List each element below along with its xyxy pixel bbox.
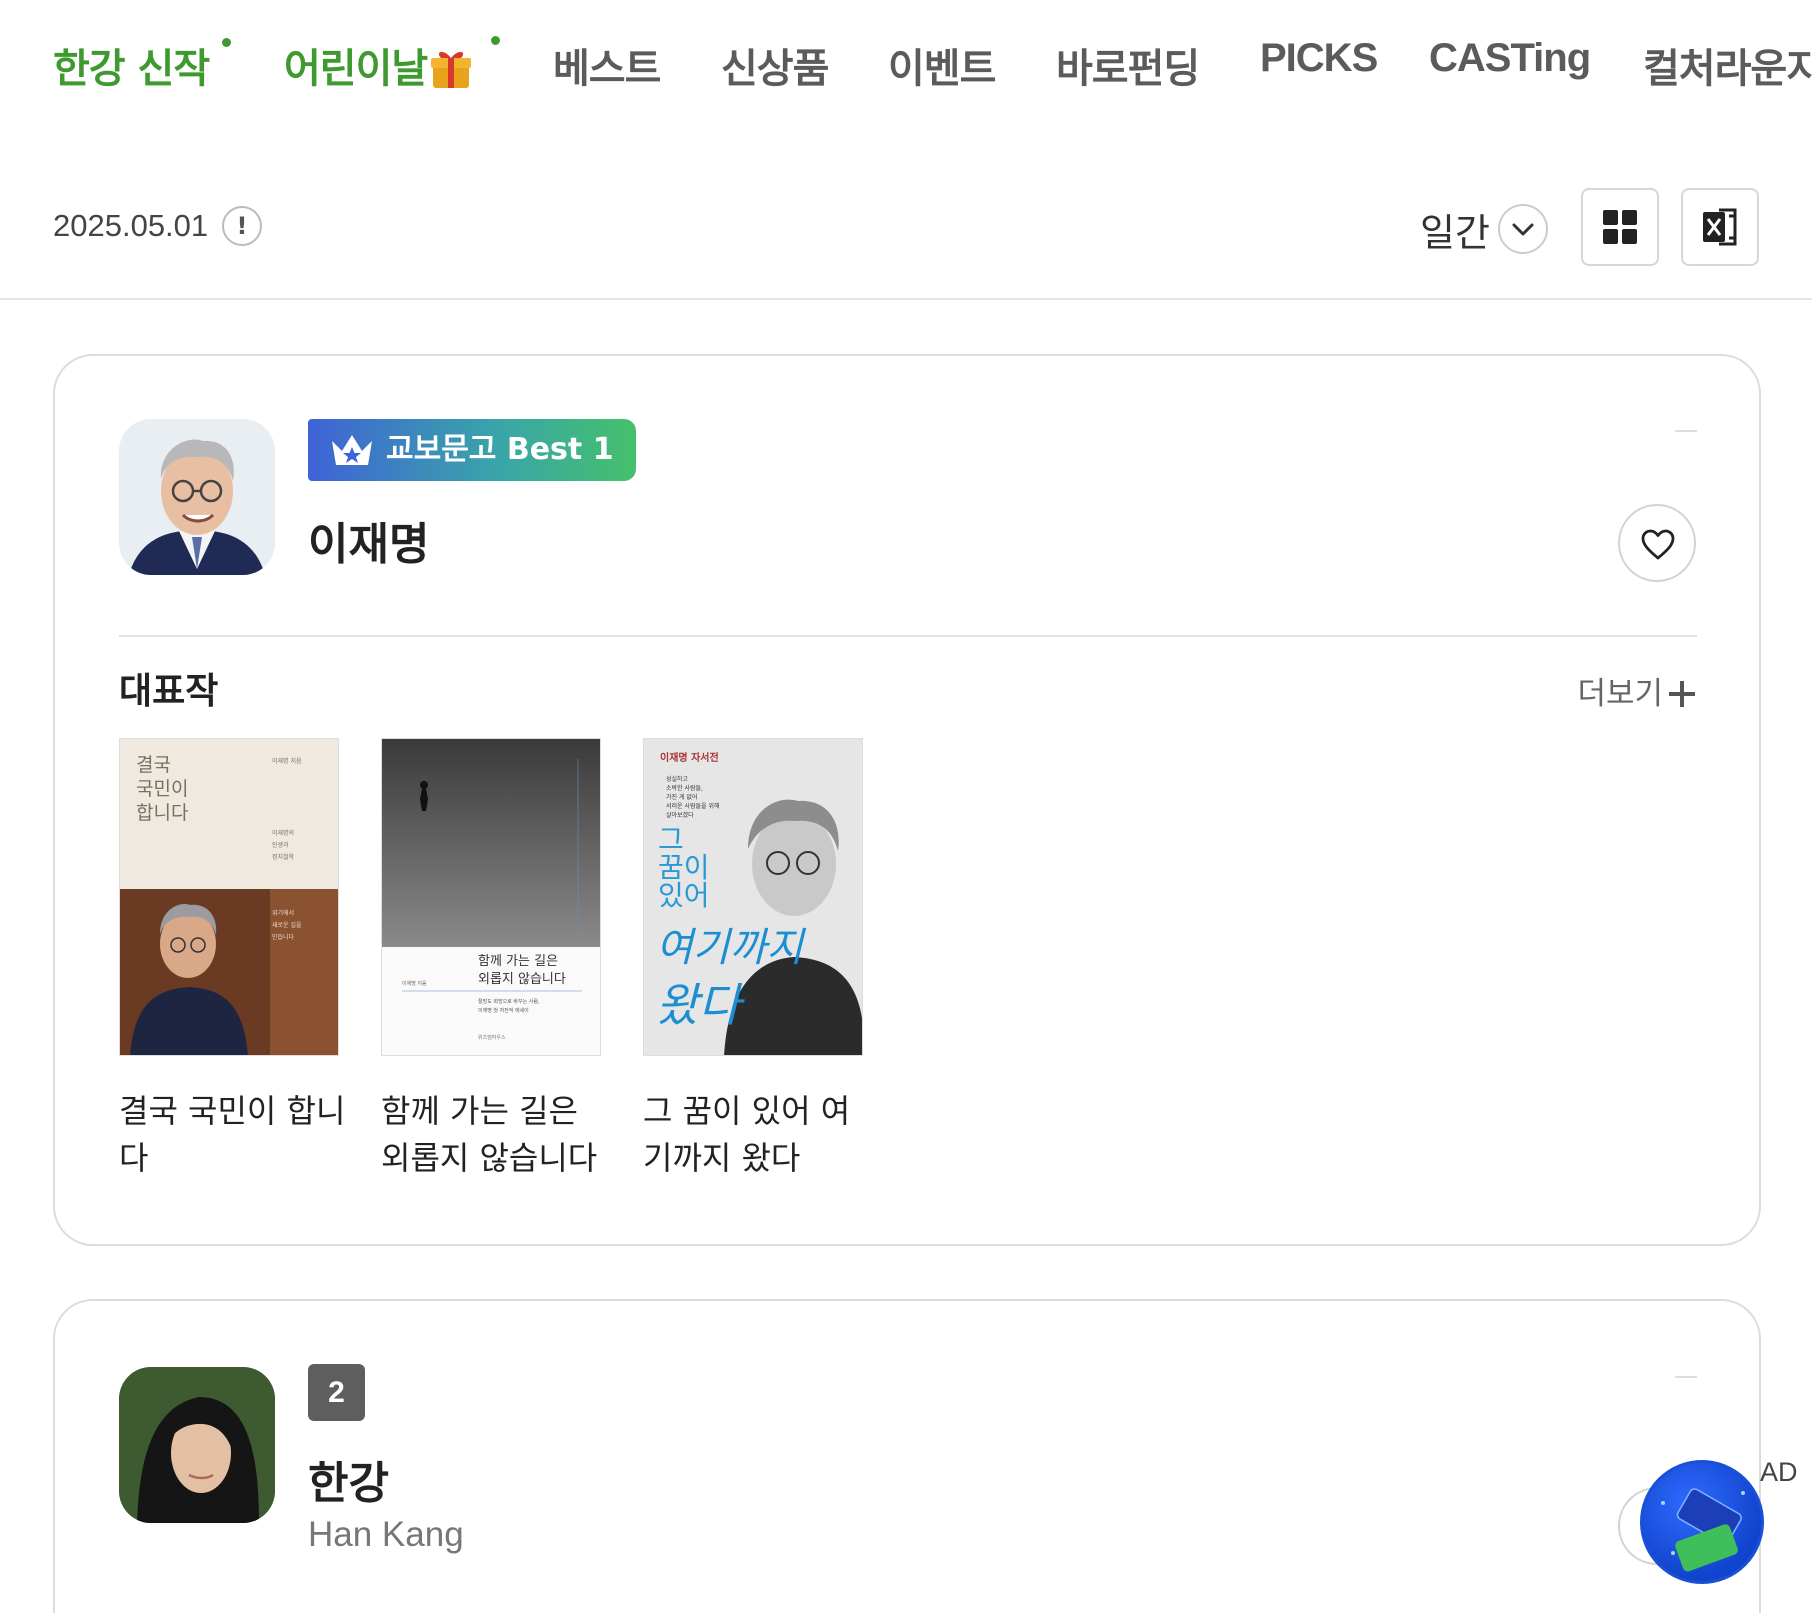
book-cover[interactable]: 이재명 자서전 성실하고 소박한 사람들, 가진 게 없어 서러운 사람들을 위… xyxy=(643,738,863,1056)
nav-item-picks[interactable]: PICKS xyxy=(1260,36,1378,81)
svg-text:위즈덤하우스: 위즈덤하우스 xyxy=(478,1034,506,1041)
svg-text:이재명의: 이재명의 xyxy=(272,829,294,837)
svg-text:살아보겠다: 살아보겠다 xyxy=(666,811,694,819)
nav-item-best[interactable]: 베스트 xyxy=(553,36,661,94)
nav-item-label: 베스트 xyxy=(553,46,661,92)
svg-text:정치철학: 정치철학 xyxy=(272,853,295,861)
svg-text:위기에서: 위기에서 xyxy=(272,909,294,917)
nav-item-casting[interactable]: CASTing xyxy=(1429,36,1591,81)
svg-text:성실하고: 성실하고 xyxy=(666,775,689,783)
author-avatar[interactable] xyxy=(119,419,275,575)
excel-icon xyxy=(1703,208,1737,246)
svg-text:외롭지 않습니다: 외롭지 않습니다 xyxy=(478,972,566,987)
book-title[interactable]: 함께 가는 길은 외롭지 않습니다 xyxy=(381,1088,611,1182)
nav-item-label: 컬처라운지 xyxy=(1643,46,1812,92)
nav-item-culture-lounge[interactable]: 컬처라운지 xyxy=(1643,36,1812,94)
nav-item-childrens-day[interactable]: 어린이날 xyxy=(284,36,473,94)
author-name-english: Han Kang xyxy=(308,1515,464,1554)
svg-text:소박한 사람들,: 소박한 사람들, xyxy=(666,784,703,792)
new-dot xyxy=(491,36,500,45)
book-cover[interactable]: 결국 국민이 합니다 이재명 지음 이재명의 인생과 정치철학 위기에서 새로운… xyxy=(119,738,339,1056)
author-name[interactable]: 한강 xyxy=(308,1447,389,1511)
svg-text:가진 게 없어: 가진 게 없어 xyxy=(666,793,697,801)
book-title[interactable]: 그 꿈이 있어 여기까지 왔다 xyxy=(643,1088,873,1182)
nav-item-label: CASTing xyxy=(1429,36,1591,80)
svg-text:인생과: 인생과 xyxy=(272,841,289,849)
svg-text:결국: 결국 xyxy=(136,754,171,776)
nav-item-label: 이벤트 xyxy=(888,46,996,92)
best-badge: 교보문고 Best 1 xyxy=(308,419,636,481)
more-label: 더보기 xyxy=(1577,676,1663,712)
nav-item-label: PICKS xyxy=(1260,36,1378,80)
svg-text:국민이: 국민이 xyxy=(136,778,188,800)
period-select-label[interactable]: 일간 xyxy=(1420,202,1490,257)
rank-badge: 2 xyxy=(308,1364,365,1421)
svg-text:함께 가는 길은: 함께 가는 길은 xyxy=(478,954,558,969)
representative-works-title: 대표작 xyxy=(119,671,219,712)
top-navigation: 한강 신작 어린이날 베스트 신상품 이벤트 바로펀딩 PICKS CASTin… xyxy=(0,0,1812,140)
grid-view-button[interactable] xyxy=(1581,188,1659,266)
book-cover[interactable]: 함께 가는 길은 외롭지 않습니다 이재명 지음 절망도 희망으로 바꾸는 사람… xyxy=(381,738,601,1056)
svg-text:이재명 자서전: 이재명 자서전 xyxy=(660,751,719,764)
nav-item-label: 한강 신작 xyxy=(53,46,210,92)
svg-text:있어: 있어 xyxy=(658,879,710,912)
nav-item-label: 어린이날 xyxy=(284,46,428,92)
grid-icon xyxy=(1603,210,1637,244)
excel-download-button[interactable] xyxy=(1681,188,1759,266)
nav-item-baro-funding[interactable]: 바로펀딩 xyxy=(1056,36,1200,94)
svg-text:여기까지: 여기까지 xyxy=(656,925,806,971)
svg-text:절망도 희망으로 바꾸는 사람,: 절망도 희망으로 바꾸는 사람, xyxy=(478,998,540,1005)
chevron-down-icon[interactable] xyxy=(1498,204,1548,254)
svg-text:이재명 지음: 이재명 지음 xyxy=(272,757,302,765)
plus-icon xyxy=(1669,681,1695,707)
svg-text:만듭니다: 만듭니다 xyxy=(272,933,295,941)
rank-change-mark xyxy=(1675,1376,1697,1378)
rank-change-mark xyxy=(1675,430,1697,432)
gift-icon xyxy=(429,46,473,90)
author-avatar[interactable] xyxy=(119,1367,275,1523)
author-card: 교보문고 Best 1 이재명 대표작 더보기 결국 국민이 합니다 이재명 지… xyxy=(53,354,1761,1246)
nav-item-events[interactable]: 이벤트 xyxy=(888,36,996,94)
more-button[interactable]: 더보기 xyxy=(1577,668,1695,713)
ranking-toolbar: 2025.05.01 ! 일간 xyxy=(0,180,1812,290)
ranking-date: 2025.05.01 xyxy=(53,208,209,243)
info-icon[interactable]: ! xyxy=(222,206,262,246)
best-badge-label: 교보문고 Best 1 xyxy=(386,432,614,467)
ad-label: AD xyxy=(1760,1457,1798,1487)
svg-text:합니다: 합니다 xyxy=(136,802,188,824)
book-title[interactable]: 결국 국민이 합니다 xyxy=(119,1088,349,1182)
header-divider xyxy=(0,298,1812,300)
ad-floating-button[interactable] xyxy=(1640,1460,1764,1584)
author-card: 2 한강 Han Kang xyxy=(53,1299,1761,1613)
svg-text:새로운 길을: 새로운 길을 xyxy=(272,921,302,929)
nav-item-label: 바로펀딩 xyxy=(1056,46,1200,92)
nav-item-new-products[interactable]: 신상품 xyxy=(721,36,829,94)
svg-text:서러운 사람들을 위해: 서러운 사람들을 위해 xyxy=(666,802,720,810)
svg-text:왔다: 왔다 xyxy=(656,978,745,1032)
crown-icon xyxy=(332,435,372,465)
heart-icon xyxy=(1641,529,1675,560)
svg-text:이재명 첫 자전적 에세이: 이재명 첫 자전적 에세이 xyxy=(478,1007,529,1014)
new-dot xyxy=(222,38,231,47)
card-divider xyxy=(119,635,1697,637)
svg-text:이재명 지음: 이재명 지음 xyxy=(402,980,427,987)
favorite-button[interactable] xyxy=(1618,504,1696,582)
nav-item-han-kang-new[interactable]: 한강 신작 xyxy=(53,36,210,94)
nav-item-label: 신상품 xyxy=(721,46,829,92)
author-name[interactable]: 이재명 xyxy=(308,508,429,572)
